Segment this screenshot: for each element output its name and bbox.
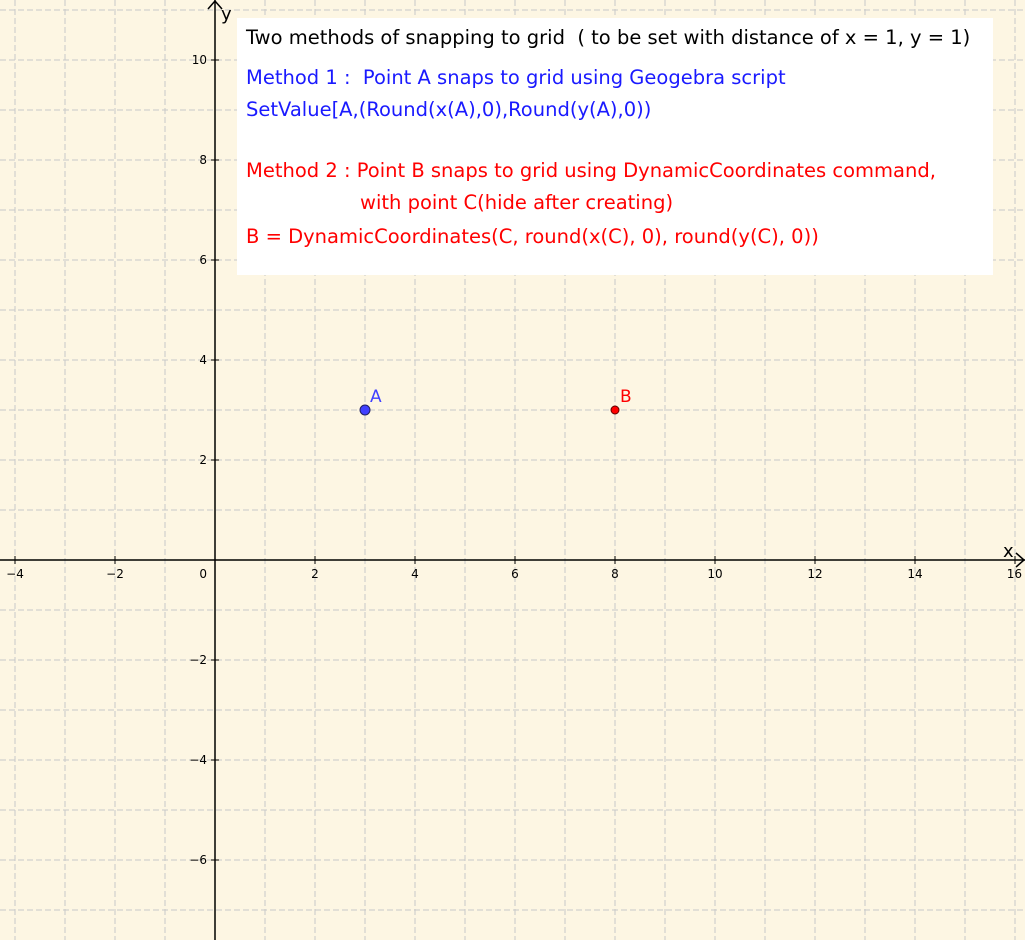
method2-detail: with point C(hide after creating)	[360, 191, 674, 214]
point-b[interactable]	[610, 405, 620, 415]
x-axis-label: x	[1003, 541, 1014, 562]
points: AB	[359, 387, 632, 416]
x-tick-label: 14	[907, 567, 922, 581]
x-tick-label: 4	[411, 567, 419, 581]
y-tick-label: 6	[199, 253, 207, 267]
x-tick-label: −2	[106, 567, 124, 581]
y-tick-label: 4	[199, 353, 207, 367]
x-tick-label: 10	[707, 567, 722, 581]
x-tick-label: −4	[6, 567, 24, 581]
point-a-label: A	[370, 387, 382, 407]
y-tick-label: 2	[199, 453, 207, 467]
x-tick-label: 12	[807, 567, 822, 581]
y-tick-label: −4	[189, 753, 207, 767]
method2-description: Method 2 : Point B snaps to grid using D…	[246, 159, 936, 182]
x-tick-label: 2	[311, 567, 319, 581]
method1-description: Method 1 : Point A snaps to grid using G…	[246, 66, 786, 89]
x-tick-label: 8	[611, 567, 619, 581]
point-b-label: B	[620, 387, 632, 407]
x-tick-label: 16	[1007, 567, 1022, 581]
x-tick-label: 0	[199, 567, 207, 581]
y-tick-label: −6	[189, 853, 207, 867]
y-axis-label: y	[221, 4, 232, 25]
note-title: Two methods of snapping to grid ( to be …	[246, 26, 971, 49]
point-a[interactable]	[359, 404, 371, 416]
y-tick-label: 10	[192, 53, 207, 67]
method2-command: B = DynamicCoordinates(C, round(x(C), 0)…	[246, 225, 819, 248]
x-tick-label: 6	[511, 567, 519, 581]
y-tick-label: −2	[189, 653, 207, 667]
info-text-box: Two methods of snapping to grid ( to be …	[237, 18, 993, 275]
y-tick-label: 8	[199, 153, 207, 167]
method1-script: SetValue[A,(Round(x(A),0),Round(y(A),0))	[246, 98, 652, 121]
